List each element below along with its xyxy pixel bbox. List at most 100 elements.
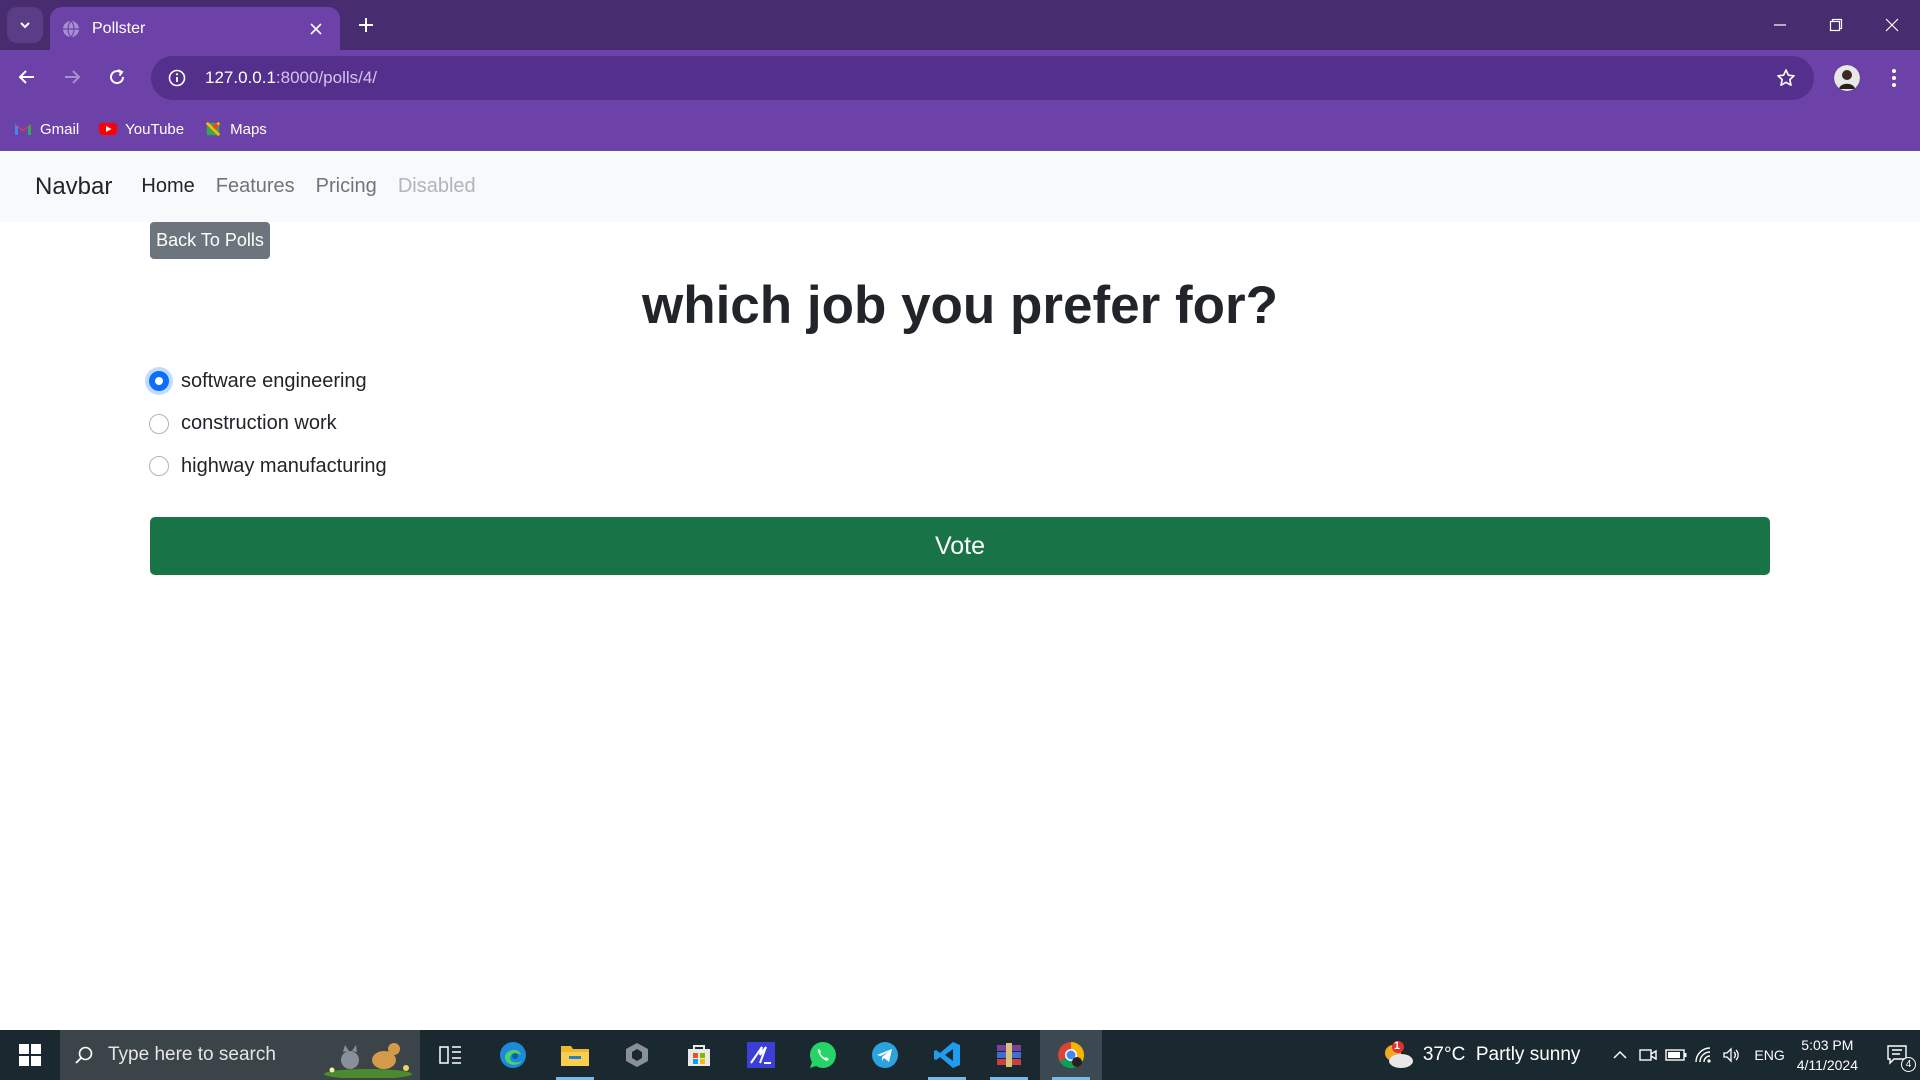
bookmark-label: Maps bbox=[230, 120, 267, 138]
site-info-icon[interactable] bbox=[165, 66, 189, 90]
nav-link-pricing[interactable]: Pricing bbox=[316, 175, 377, 198]
wifi-icon bbox=[1695, 1047, 1712, 1063]
restore-button[interactable] bbox=[1808, 0, 1864, 50]
tab-bar: Pollster bbox=[0, 0, 1920, 50]
address-bar[interactable]: 127.0.0.1:8000/polls/4/ bbox=[151, 56, 1814, 100]
tab-title: Pollster bbox=[92, 19, 146, 37]
bookmarks-bar: Gmail YouTube Maps bbox=[0, 107, 1920, 151]
bookmark-label: YouTube bbox=[125, 120, 185, 138]
battery-button[interactable] bbox=[1662, 1030, 1690, 1080]
minimize-icon bbox=[1774, 24, 1786, 26]
window-controls bbox=[1752, 0, 1920, 50]
tab-search-button[interactable] bbox=[7, 7, 43, 43]
microsoft-store-icon bbox=[688, 1045, 710, 1066]
poll-option[interactable]: construction work bbox=[149, 403, 387, 446]
radio-highway-manufacturing[interactable] bbox=[149, 456, 169, 477]
close-window-button[interactable] bbox=[1864, 0, 1920, 50]
taskbar-search[interactable]: Type here to search bbox=[60, 1030, 420, 1080]
weather-icon: 1 bbox=[1381, 1040, 1415, 1070]
radio-software-engineering[interactable] bbox=[149, 371, 169, 392]
reload-icon bbox=[110, 69, 125, 85]
arrow-left-icon bbox=[18, 70, 34, 84]
search-icon bbox=[75, 1046, 93, 1064]
profile-avatar[interactable] bbox=[1834, 65, 1860, 91]
winrar-icon bbox=[997, 1043, 1021, 1067]
battery-icon bbox=[1665, 1049, 1687, 1061]
bookmark-maps[interactable]: Maps bbox=[204, 121, 267, 138]
task-view-button[interactable] bbox=[420, 1030, 482, 1080]
volume-button[interactable] bbox=[1718, 1030, 1746, 1080]
url-host: 127.0.0.1 bbox=[205, 68, 276, 87]
bookmark-label: Gmail bbox=[40, 120, 80, 138]
browser-tab[interactable]: Pollster bbox=[50, 7, 340, 50]
language-indicator[interactable]: ENG bbox=[1754, 1047, 1784, 1063]
notification-count: 4 bbox=[1901, 1057, 1916, 1072]
avatar-icon bbox=[1834, 65, 1860, 91]
bookmark-star-icon[interactable] bbox=[1772, 64, 1800, 92]
taskbar-chrome[interactable] bbox=[1040, 1030, 1102, 1080]
network-button[interactable] bbox=[1690, 1030, 1718, 1080]
app-icon bbox=[747, 1042, 775, 1068]
taskbar: Type here to search 1 37°C Partly sunny … bbox=[0, 1030, 1920, 1080]
meet-now-button[interactable] bbox=[1634, 1030, 1662, 1080]
poll-question: which job you prefer for? bbox=[641, 276, 1279, 335]
back-button[interactable] bbox=[9, 59, 45, 95]
nav-link-home[interactable]: Home bbox=[141, 175, 194, 198]
whatsapp-icon bbox=[809, 1041, 836, 1068]
taskbar-whatsapp[interactable] bbox=[792, 1030, 854, 1080]
nav-link-disabled: Disabled bbox=[397, 175, 476, 197]
poll-option[interactable]: highway manufacturing bbox=[149, 445, 387, 488]
clock-date: 4/11/2024 bbox=[1796, 1057, 1858, 1073]
chevron-down-icon bbox=[20, 22, 30, 29]
taskbar-winrar[interactable] bbox=[978, 1030, 1040, 1080]
poll-option[interactable]: software engineering bbox=[149, 360, 387, 403]
back-to-polls-button[interactable]: Back To Polls bbox=[150, 222, 270, 259]
taskbar-file-explorer[interactable] bbox=[544, 1030, 606, 1080]
clock[interactable]: 5:03 PM 4/11/2024 bbox=[1797, 1035, 1858, 1075]
vscode-icon bbox=[934, 1042, 960, 1068]
taskbar-app[interactable] bbox=[730, 1030, 792, 1080]
option-label[interactable]: construction work bbox=[181, 412, 337, 435]
forward-button[interactable] bbox=[54, 59, 90, 95]
url-text: 127.0.0.1:8000/polls/4/ bbox=[205, 68, 377, 88]
radio-construction-work[interactable] bbox=[149, 413, 169, 434]
taskbar-telegram[interactable] bbox=[854, 1030, 916, 1080]
browser-menu-button[interactable] bbox=[1880, 64, 1908, 92]
maps-icon bbox=[205, 121, 221, 137]
taskbar-vscode[interactable] bbox=[916, 1030, 978, 1080]
bookmark-gmail[interactable]: Gmail bbox=[14, 121, 79, 138]
chrome-icon bbox=[1058, 1041, 1085, 1069]
option-label[interactable]: highway manufacturing bbox=[181, 455, 387, 478]
browser-toolbar: 127.0.0.1:8000/polls/4/ bbox=[0, 50, 1920, 107]
search-placeholder: Type here to search bbox=[108, 1044, 276, 1065]
option-label[interactable]: software engineering bbox=[181, 370, 367, 393]
task-view-icon bbox=[439, 1046, 461, 1064]
minimize-button[interactable] bbox=[1752, 0, 1808, 50]
plus-icon bbox=[359, 18, 373, 32]
windows-logo-icon bbox=[19, 1044, 41, 1066]
close-icon bbox=[1885, 18, 1899, 32]
nav-link-features[interactable]: Features bbox=[216, 175, 295, 198]
taskbar-edge[interactable] bbox=[482, 1030, 544, 1080]
bookmark-youtube[interactable]: YouTube bbox=[99, 121, 184, 138]
show-hidden-icons-button[interactable] bbox=[1606, 1030, 1634, 1080]
navbar-brand[interactable]: Navbar bbox=[35, 173, 112, 201]
restore-icon bbox=[1829, 18, 1843, 32]
taskbar-microsoft-store[interactable] bbox=[668, 1030, 730, 1080]
arrow-right-icon bbox=[65, 70, 81, 84]
more-vertical-icon bbox=[1892, 69, 1896, 87]
chevron-up-icon bbox=[1613, 1050, 1627, 1059]
clock-time: 5:03 PM bbox=[1801, 1037, 1854, 1053]
new-tab-button[interactable] bbox=[352, 11, 380, 39]
reload-button[interactable] bbox=[99, 59, 135, 95]
taskbar-unity[interactable] bbox=[606, 1030, 668, 1080]
telegram-icon bbox=[872, 1042, 898, 1068]
close-tab-icon[interactable] bbox=[304, 17, 328, 41]
start-button[interactable] bbox=[0, 1030, 60, 1080]
weather-widget[interactable]: 1 37°C Partly sunny bbox=[1381, 1040, 1580, 1070]
vote-button[interactable]: Vote bbox=[150, 517, 1770, 575]
volume-icon bbox=[1723, 1047, 1740, 1063]
notification-center-button[interactable]: 4 bbox=[1876, 1030, 1920, 1080]
unity-icon bbox=[626, 1043, 648, 1067]
weather-badge: 1 bbox=[1393, 1040, 1400, 1052]
